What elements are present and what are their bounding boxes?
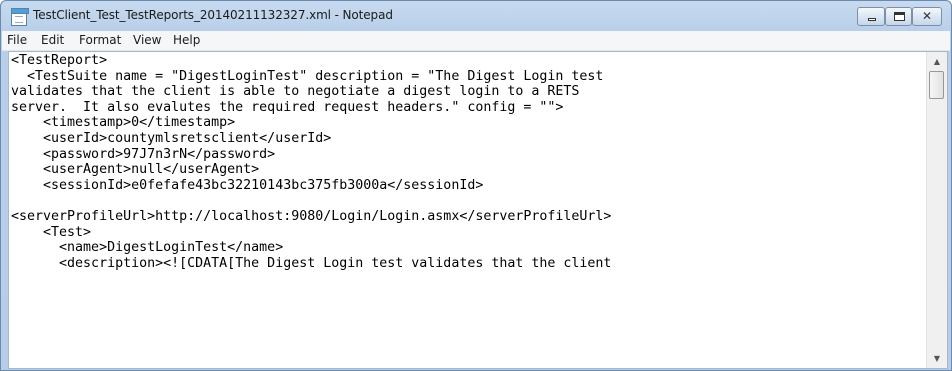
text-line: <timestamp>0</timestamp> <box>11 114 236 131</box>
text-line: validates that the client is able to neg… <box>11 83 580 100</box>
close-icon: ✕ <box>921 9 933 23</box>
text-line: <description><![CDATA[The Digest Login t… <box>11 254 612 271</box>
text-line: <name>DigestLoginTest</name> <box>11 239 284 256</box>
maximize-icon <box>894 12 905 21</box>
maximize-button[interactable] <box>885 7 912 26</box>
menu-edit[interactable]: Edit <box>41 33 64 47</box>
scroll-up-icon[interactable]: ▲ <box>927 53 947 70</box>
title-bar[interactable]: TestClient_Test_TestReports_201402111323… <box>1 1 951 31</box>
scroll-thumb[interactable] <box>929 71 944 99</box>
menu-view[interactable]: View <box>133 33 161 47</box>
text-line: <sessionId>e0fefafe43bc32210143bc375fb30… <box>11 176 484 193</box>
text-line: server. It also evalutes the required re… <box>11 98 564 115</box>
notepad-icon[interactable] <box>11 8 29 26</box>
document-text[interactable]: <TestReport> <TestSuite name = "DigestLo… <box>11 53 923 365</box>
text-line: <TestSuite name = "DigestLoginTest" desc… <box>11 67 604 84</box>
text-line: <userId>countymlsretsclient</userId> <box>11 129 332 146</box>
menu-bar: File Edit Format View Help <box>2 31 950 51</box>
scroll-down-icon[interactable]: ▼ <box>927 350 947 367</box>
notepad-window: TestClient_Test_TestReports_201402111323… <box>0 0 952 371</box>
text-editor[interactable]: <TestReport> <TestSuite name = "DigestLo… <box>8 51 948 369</box>
text-line: <serverProfileUrl>http://localhost:9080/… <box>11 207 612 224</box>
menu-help[interactable]: Help <box>173 33 200 47</box>
menu-file[interactable]: File <box>7 33 27 47</box>
text-line: <userAgent>null</userAgent> <box>11 161 260 178</box>
text-line: <Test> <box>11 223 92 240</box>
text-line <box>11 193 909 209</box>
text-line: <password>97J7n3rN</password> <box>11 145 276 162</box>
minimize-button[interactable] <box>857 7 885 26</box>
menu-format[interactable]: Format <box>79 33 121 47</box>
vertical-scrollbar[interactable]: ▲ ▼ <box>926 52 947 368</box>
minimize-icon <box>868 18 876 21</box>
close-button[interactable]: ✕ <box>912 7 942 26</box>
text-line: <TestReport> <box>11 53 108 68</box>
window-title: TestClient_Test_TestReports_201402111323… <box>33 8 393 22</box>
